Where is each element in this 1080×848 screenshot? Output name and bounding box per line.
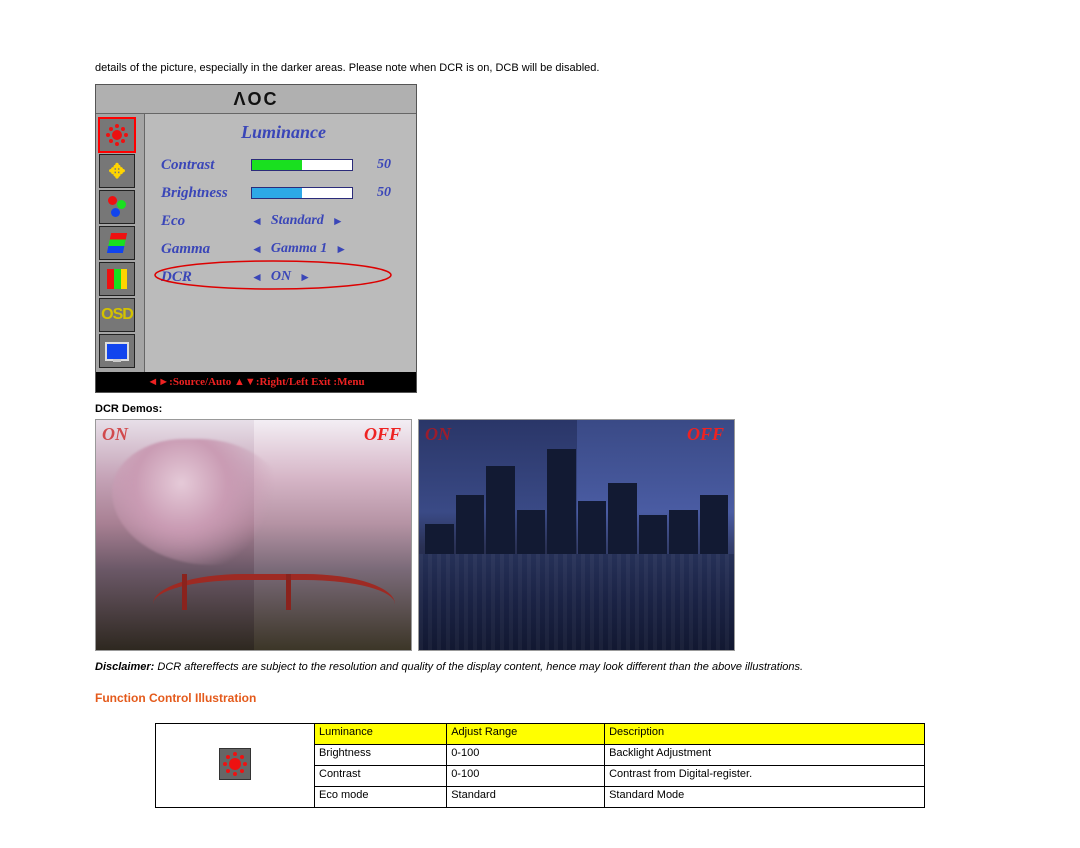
extra-icon[interactable] — [99, 334, 135, 368]
right-arrow-icon[interactable]: ► — [299, 270, 311, 285]
osd-content: Luminance Contrast 50 Brightness 50 Eco … — [145, 114, 416, 372]
osd-title: Luminance — [161, 122, 406, 143]
right-arrow-icon[interactable]: ► — [335, 242, 347, 257]
brightness-value: 50 — [363, 185, 391, 201]
gamma-row[interactable]: Gamma ◄ Gamma 1 ► — [161, 237, 406, 261]
off-label: OFF — [687, 424, 724, 445]
eco-label: Eco — [161, 213, 251, 230]
brightness-label: Brightness — [161, 185, 251, 202]
dcr-demos-heading: DCR Demos: — [95, 403, 985, 415]
cell: Backlight Adjustment — [605, 745, 925, 766]
table-header-row: Luminance Adjust Range Description — [156, 724, 925, 745]
dcr-row[interactable]: DCR ◄ ON ► — [161, 265, 406, 289]
disclaimer-label: Disclaimer: — [95, 661, 154, 673]
function-table: Luminance Adjust Range Description Brigh… — [155, 723, 925, 808]
left-arrow-icon[interactable]: ◄ — [251, 214, 263, 229]
document-page: details of the picture, especially in th… — [0, 0, 1080, 848]
gamma-value: Gamma 1 — [271, 241, 327, 257]
left-arrow-icon[interactable]: ◄ — [251, 242, 263, 257]
disclaimer-text: DCR aftereffects are subject to the reso… — [154, 661, 803, 673]
col-description: Description — [605, 724, 925, 745]
cell: Contrast from Digital-register. — [605, 766, 925, 787]
aoc-logo: ΛOC — [233, 89, 278, 110]
image-setup-icon[interactable]: ✥ — [99, 154, 135, 188]
function-control-heading: Function Control Illustration — [95, 691, 985, 705]
dcr-demos: ON OFF ON OFF — [95, 419, 985, 651]
cell: Standard — [447, 787, 605, 808]
on-label: ON — [425, 424, 451, 445]
cell: Brightness — [315, 745, 447, 766]
gamma-label: Gamma — [161, 241, 251, 258]
off-label: OFF — [364, 424, 401, 445]
col-luminance: Luminance — [315, 724, 447, 745]
intro-paragraph: details of the picture, especially in th… — [95, 61, 985, 76]
luminance-icon — [219, 748, 251, 780]
osd-footer-hint: ◄►:Source/Auto ▲▼:Right/Left Exit :Menu — [96, 372, 416, 392]
cell: 0-100 — [447, 745, 605, 766]
contrast-value: 50 — [363, 157, 391, 173]
contrast-row[interactable]: Contrast 50 — [161, 153, 406, 177]
demo-city: ON OFF — [418, 419, 735, 651]
osd-header: ΛOC — [96, 85, 416, 114]
luminance-icon-cell — [156, 724, 315, 808]
cell: Eco mode — [315, 787, 447, 808]
contrast-label: Contrast — [161, 157, 251, 174]
osd-setup-icon[interactable]: OSD — [99, 298, 135, 332]
osd-body: ✥ OSD Luminance Contrast 50 Brightness 5… — [96, 114, 416, 372]
color-temp-icon[interactable] — [99, 190, 135, 224]
cell: 0-100 — [447, 766, 605, 787]
demo-blossom: ON OFF — [95, 419, 412, 651]
dcr-label: DCR — [161, 269, 251, 286]
eco-value: Standard — [271, 213, 324, 229]
picture-boost-icon[interactable] — [99, 226, 135, 260]
cell: Standard Mode — [605, 787, 925, 808]
contrast-bar[interactable] — [251, 159, 353, 171]
dcr-value: ON — [271, 269, 291, 285]
eco-row[interactable]: Eco ◄ Standard ► — [161, 209, 406, 233]
left-arrow-icon[interactable]: ◄ — [251, 270, 263, 285]
on-label: ON — [102, 424, 128, 445]
col-adjust-range: Adjust Range — [447, 724, 605, 745]
disclaimer: Disclaimer: DCR aftereffects are subject… — [95, 661, 985, 673]
osd-panel: ΛOC ✥ OSD Luminance Contrast 50 — [95, 84, 417, 393]
osd-sidebar: ✥ OSD — [96, 114, 145, 372]
brightness-row[interactable]: Brightness 50 — [161, 181, 406, 205]
luminance-icon[interactable] — [99, 118, 135, 152]
dcb-icon[interactable] — [99, 262, 135, 296]
right-arrow-icon[interactable]: ► — [332, 214, 344, 229]
brightness-bar[interactable] — [251, 187, 353, 199]
cell: Contrast — [315, 766, 447, 787]
